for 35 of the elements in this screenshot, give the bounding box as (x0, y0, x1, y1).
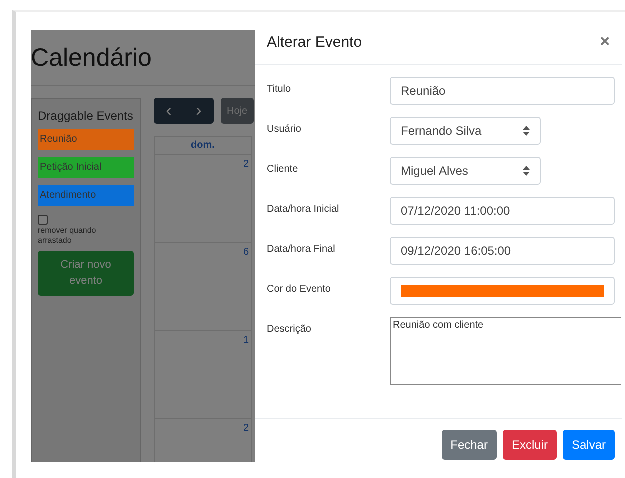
previous-button[interactable]: ‹ (154, 98, 184, 124)
draggable-event[interactable]: Petição Inicial (38, 157, 134, 178)
day-number: 1 (243, 335, 249, 347)
dialog-button[interactable]: Salvar (562, 430, 615, 460)
day-number: 6 (243, 247, 249, 259)
text-field[interactable]: 07/12/2020 11:00:00 (390, 197, 615, 225)
checkbox[interactable] (38, 215, 48, 225)
text-field[interactable]: Reunião (390, 77, 615, 105)
color-field[interactable] (390, 277, 615, 305)
field-label: Descrição (267, 323, 312, 335)
panel-heading: Draggable Events (38, 109, 134, 123)
next-button[interactable]: › (184, 98, 214, 124)
dialog-button[interactable]: Fechar (442, 430, 497, 460)
day-number: 2 (243, 159, 249, 171)
field-label: Cliente (267, 163, 300, 175)
field-label: Data/hora Inicial (267, 203, 340, 215)
column-header: dom. (155, 137, 251, 155)
sort-icon (523, 126, 530, 136)
draggable-event[interactable]: Reunião (38, 129, 134, 150)
sort-icon (523, 166, 530, 176)
dialog-title: Alterar Evento (267, 34, 362, 50)
field-label: Titulo (267, 83, 292, 95)
field-label: Usuário (267, 123, 302, 135)
select-field[interactable]: Miguel Alves (390, 157, 541, 185)
dialog-button[interactable]: Excluir (502, 430, 557, 460)
description-field[interactable]: Reunião com cliente (390, 317, 621, 385)
close-button[interactable]: × (600, 32, 610, 52)
create-event-button[interactable]: Criar novo evento (38, 250, 134, 296)
text-field[interactable]: 09/12/2020 16:05:00 (390, 237, 615, 265)
checkbox-label: remover quando arrastado (38, 226, 98, 247)
field-label: Data/hora Final (267, 243, 336, 255)
draggable-event[interactable]: Atendimento (38, 185, 134, 206)
select-field[interactable]: Fernando Silva (390, 117, 541, 145)
field-label: Cor do Evento (267, 283, 332, 295)
day-number: 2 (243, 423, 249, 435)
